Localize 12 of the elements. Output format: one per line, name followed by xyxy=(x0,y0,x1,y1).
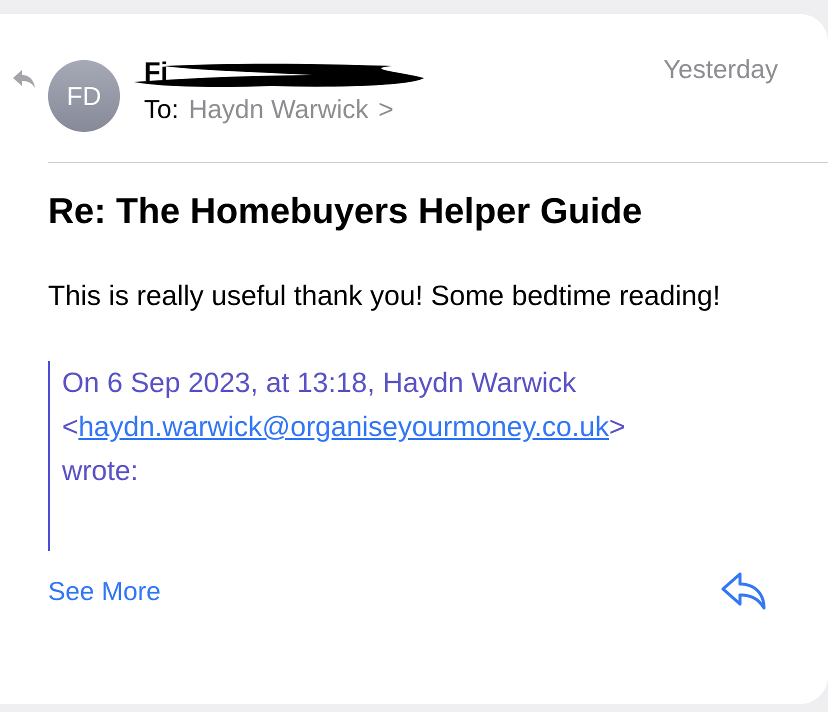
reply-icon[interactable] xyxy=(720,571,768,611)
message-date: Yesterday xyxy=(663,53,778,86)
avatar: FD xyxy=(48,60,120,132)
chevron-icon: > xyxy=(378,90,394,129)
message-body: This is really useful thank you! Some bedtime reading! xyxy=(48,279,722,313)
subject: Re: The Homebuyers Helper Guide xyxy=(48,189,644,233)
see-more-link[interactable]: See More xyxy=(48,572,161,610)
recipient-name[interactable]: Haydn Warwick xyxy=(188,90,368,129)
email-link[interactable]: haydn.warwick@organiseyourmoney.co.uk xyxy=(78,411,609,442)
to-label: To: xyxy=(144,93,179,126)
quoted-text: On 6 Sep 2023, at 13:18, Haydn Warwick <haydn.warwick@organiseyourmoney.co.uk> wrote: xyxy=(48,361,788,551)
sender-name: Fi xyxy=(144,59,168,86)
